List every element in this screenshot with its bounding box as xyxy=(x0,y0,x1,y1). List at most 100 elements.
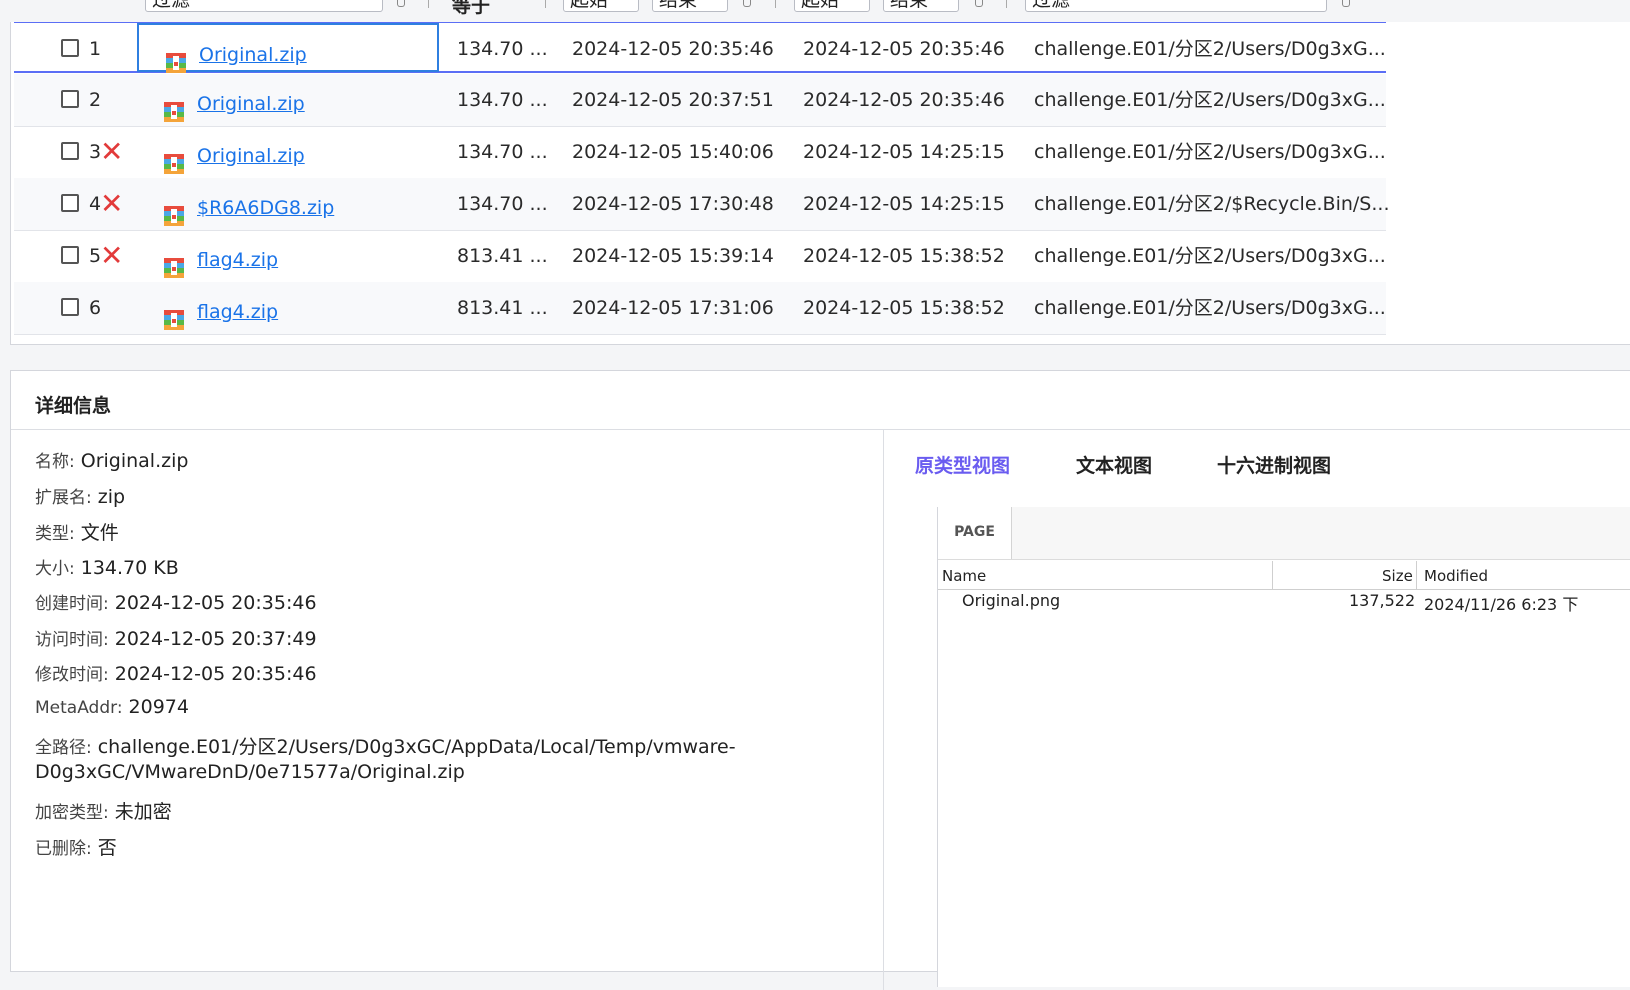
row-size: 134.70 ... xyxy=(457,141,548,163)
row-name-cell[interactable]: $R6A6DG8.zip xyxy=(137,178,439,230)
row-time-1: 2024-12-05 20:35:46 xyxy=(572,38,774,60)
row-size: 813.41 ... xyxy=(457,297,548,319)
row-time-2: 2024-12-05 15:38:52 xyxy=(803,297,1005,319)
row-name-cell[interactable]: Original.zip xyxy=(137,126,439,178)
zip-file-icon xyxy=(163,91,185,122)
archive-entry-modified: 2024/11/26 6:23 下 xyxy=(1424,595,1579,614)
tab-native-view[interactable]: 原类型视图 xyxy=(915,451,1010,478)
row-path: challenge.E01/分区2/Users/D0g3xG... xyxy=(1034,245,1386,267)
field-modified: 修改时间: 2024-12-05 20:35:46 xyxy=(35,660,317,685)
field-label: 扩展名: xyxy=(35,488,92,508)
field-label: 全路径: xyxy=(35,738,92,758)
field-extension: 扩展名: zip xyxy=(35,483,125,508)
row-checkbox[interactable] xyxy=(61,298,79,316)
filter-time1-start[interactable]: 起始 xyxy=(563,0,639,12)
row-path: challenge.E01/分区2/Users/D0g3xG... xyxy=(1034,297,1386,319)
zip-file-icon xyxy=(163,299,185,330)
column-separator xyxy=(545,0,546,8)
table-row[interactable]: 6 flag4.zip 813.41 ... 2024-12-05 17:31:06 2… xyxy=(14,282,1386,335)
field-label: MetaAddr: xyxy=(35,698,123,718)
row-checkbox[interactable] xyxy=(61,246,79,264)
field-value: 未加密 xyxy=(114,801,172,823)
archive-entry-name[interactable]: Original.png xyxy=(962,591,1060,610)
row-time-1: 2024-12-05 17:30:48 xyxy=(572,193,774,215)
filter-time2-start[interactable]: 起始 xyxy=(794,0,870,12)
row-checkbox[interactable] xyxy=(61,39,79,57)
filter-size-operator[interactable]: 等于 xyxy=(452,0,490,18)
field-name: 名称: Original.zip xyxy=(35,447,188,472)
table-row[interactable]: 4 ✕ $R6A6DG8.zip 134.70 ... 2024-12-05 17:30… xyxy=(14,178,1390,231)
row-name-cell[interactable]: Original.zip xyxy=(137,23,439,73)
page-tab[interactable]: PAGE xyxy=(938,507,1012,559)
table-row[interactable]: 2 Original.zip 134.70 ... 2024-12-05 20:37:… xyxy=(14,74,1386,127)
column-separator[interactable] xyxy=(1416,561,1417,589)
row-index: 1 xyxy=(89,38,102,60)
tab-hex-view[interactable]: 十六进制视图 xyxy=(1217,451,1331,478)
column-header-name[interactable]: Name xyxy=(942,563,986,589)
row-size: 134.70 ... xyxy=(457,193,548,215)
field-fullpath: 全路径: challenge.E01/分区2/Users/D0g3xGC/AppD… xyxy=(35,732,736,759)
field-value: 2024-12-05 20:37:49 xyxy=(114,628,317,650)
field-accessed: 访问时间: 2024-12-05 20:37:49 xyxy=(35,625,317,650)
filter-funnel-icon[interactable] xyxy=(743,0,751,7)
row-time-2: 2024-12-05 15:38:52 xyxy=(803,245,1005,267)
details-title: 详细信息 xyxy=(35,395,112,417)
deleted-mark-icon: ✕ xyxy=(100,135,124,168)
row-name-cell[interactable]: flag4.zip xyxy=(137,230,439,282)
field-value: 否 xyxy=(97,837,117,859)
field-type: 类型: 文件 xyxy=(35,518,119,545)
column-separator xyxy=(775,0,776,8)
zip-file-icon xyxy=(165,42,187,73)
viewer-toolbar: PAGE xyxy=(938,507,1630,560)
filter-funnel-icon[interactable] xyxy=(975,0,983,7)
filter-name-input[interactable]: 过滤 xyxy=(145,0,383,12)
filter-funnel-icon[interactable] xyxy=(1342,0,1350,7)
filter-time2-end[interactable]: 结束 xyxy=(883,0,959,12)
file-table: 1 Original.zip 134.70 ... 2024-12-05 20:35:… xyxy=(10,22,1630,345)
field-value: Original.zip xyxy=(80,450,189,472)
filter-path-input[interactable]: 过滤 xyxy=(1025,0,1327,12)
field-label: 加密类型: xyxy=(35,803,109,823)
table-row[interactable]: 1 Original.zip 134.70 ... 2024-12-05 20:35:… xyxy=(14,22,1386,73)
row-checkbox[interactable] xyxy=(61,142,79,160)
row-checkbox[interactable] xyxy=(61,194,79,212)
file-name-link[interactable]: $R6A6DG8.zip xyxy=(197,182,334,234)
filter-funnel-icon[interactable] xyxy=(397,0,405,7)
field-value: 文件 xyxy=(80,522,119,544)
column-header-size[interactable]: Size xyxy=(1382,563,1413,589)
field-label: 类型: xyxy=(35,524,75,544)
file-name-link[interactable]: flag4.zip xyxy=(197,286,278,338)
column-separator[interactable] xyxy=(1272,561,1273,589)
zip-file-icon xyxy=(163,143,185,174)
column-header-modified[interactable]: Modified xyxy=(1424,563,1488,589)
tab-text-view[interactable]: 文本视图 xyxy=(1076,451,1152,478)
row-path: challenge.E01/分区2/Users/D0g3xG... xyxy=(1034,141,1386,163)
row-time-2: 2024-12-05 20:35:46 xyxy=(803,89,1005,111)
field-metaaddr: MetaAddr: 20974 xyxy=(35,696,189,718)
field-value: 2024-12-05 20:35:46 xyxy=(114,663,317,685)
row-name-cell[interactable]: Original.zip xyxy=(137,74,439,126)
field-label: 创建时间: xyxy=(35,594,109,614)
viewer-header-row xyxy=(938,561,1630,590)
field-value: challenge.E01/分区2/Users/D0g3xGC/AppData/… xyxy=(97,736,736,758)
table-row[interactable]: 3 ✕ Original.zip 134.70 ... 2024-12-05 15:40… xyxy=(14,126,1386,179)
file-name-link[interactable]: Original.zip xyxy=(197,130,305,182)
column-filter-bar: 过滤 等于 起始 结束 起始 结束 过滤 xyxy=(0,0,1630,22)
row-path: challenge.E01/分区2/$Recycle.Bin/S... xyxy=(1034,193,1390,215)
row-checkbox[interactable] xyxy=(61,90,79,108)
row-time-1: 2024-12-05 15:40:06 xyxy=(572,141,774,163)
row-index: 6 xyxy=(89,297,102,319)
field-encryption: 加密类型: 未加密 xyxy=(35,797,172,824)
details-panel: 详细信息 名称: Original.zip 扩展名: zip 类型: 文件 大小: 13… xyxy=(10,370,1630,990)
field-value: 20974 xyxy=(128,696,189,718)
file-name-link[interactable]: Original.zip xyxy=(197,78,305,130)
row-name-cell[interactable]: flag4.zip xyxy=(137,282,439,334)
divider xyxy=(883,430,884,990)
field-label: 大小: xyxy=(35,559,75,579)
row-index: 2 xyxy=(89,89,102,111)
filter-time1-end[interactable]: 结束 xyxy=(652,0,728,12)
deleted-mark-icon: ✕ xyxy=(100,187,124,220)
table-row[interactable]: 5 ✕ flag4.zip 813.41 ... 2024-12-05 15:39:14… xyxy=(14,230,1386,283)
file-name-link[interactable]: flag4.zip xyxy=(197,234,278,286)
row-time-1: 2024-12-05 20:37:51 xyxy=(572,89,774,111)
